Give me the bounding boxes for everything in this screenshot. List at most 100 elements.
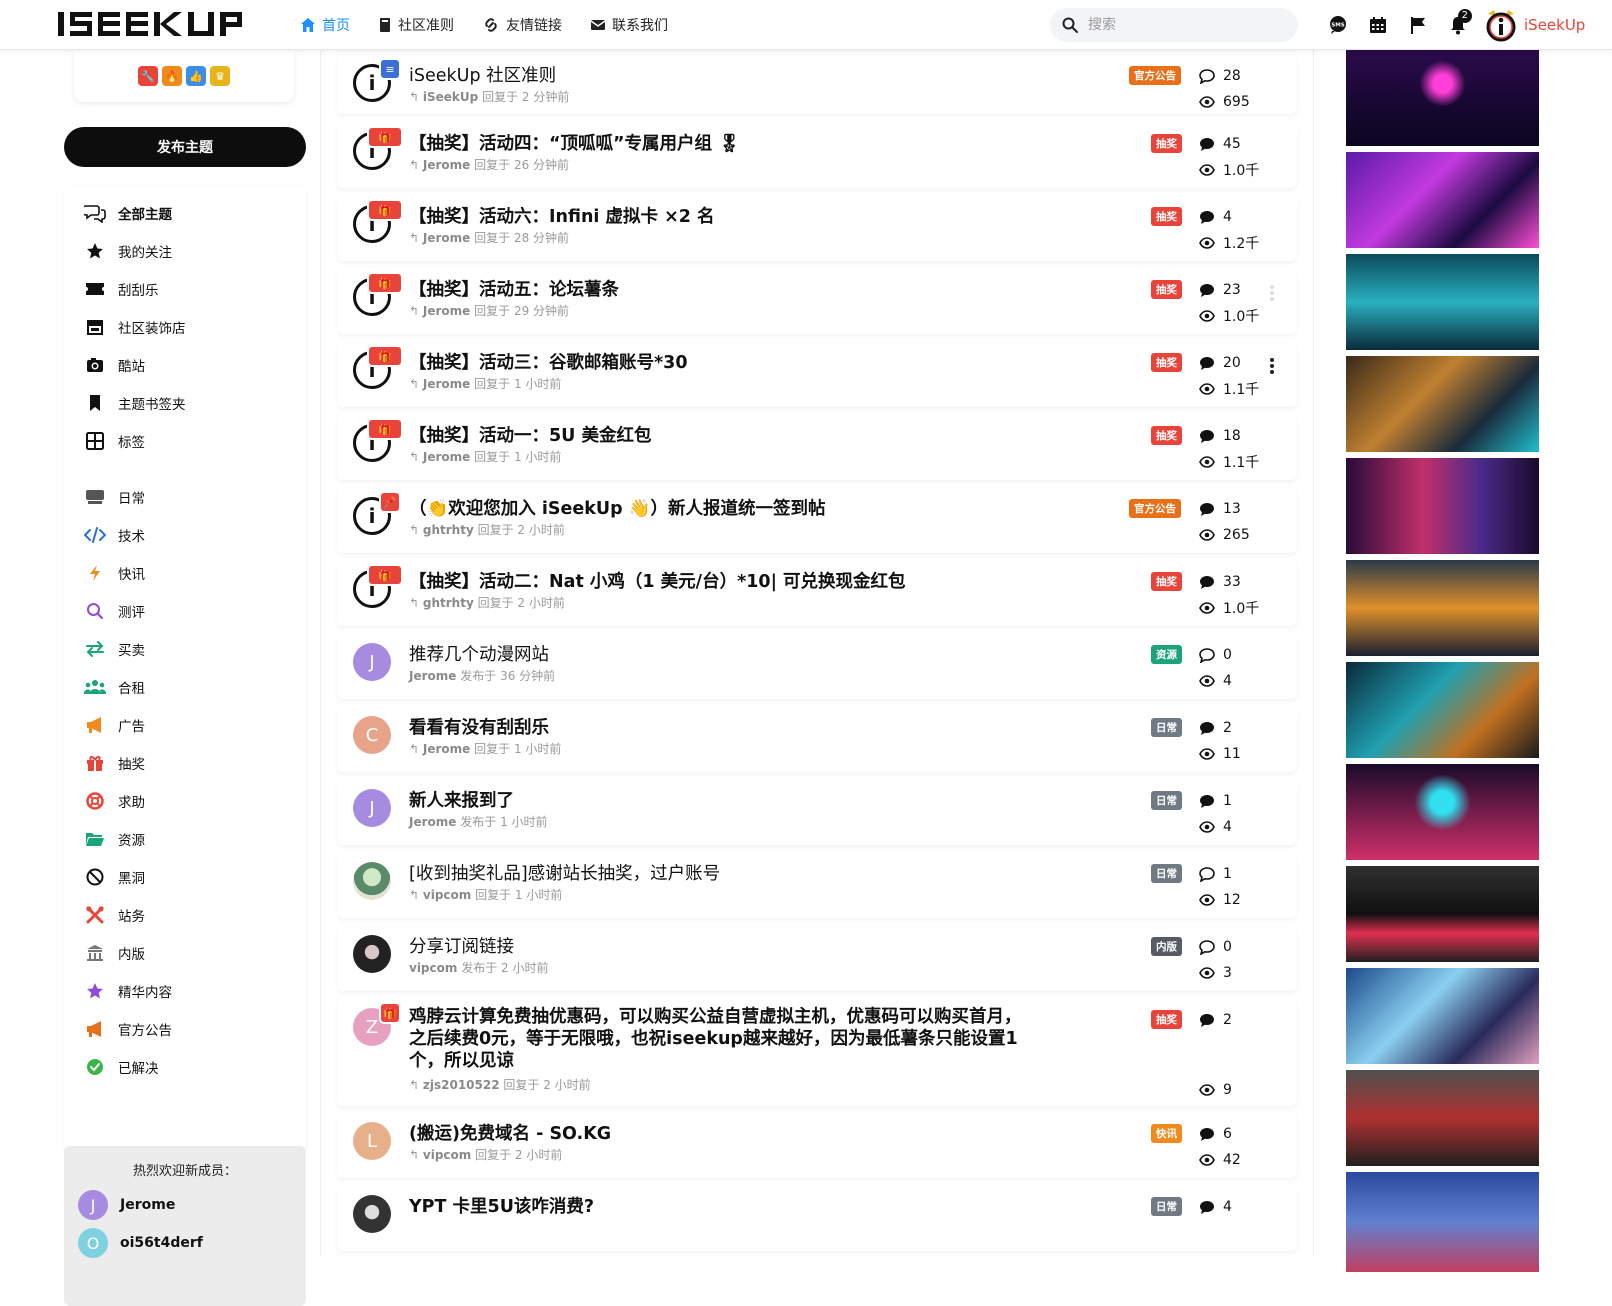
tag-badge[interactable]: 抽奖 [1151, 207, 1182, 226]
promo-image[interactable] [1346, 764, 1539, 860]
nav-guidelines[interactable]: 社区准则 [378, 15, 454, 35]
discussion-row[interactable]: Z 🎁 鸡脖云计算免费抽优惠码，可以购买公益自营虚拟主机，优惠码可以购买首月， 之后续… [337, 998, 1297, 1106]
author-name[interactable]: Jerome [423, 450, 470, 464]
discussion-row[interactable]: [收到抽奖礼品]感谢站长抽奖，过户账号 ↰ vipcom 回复于 1 小时前 日常 1… [337, 852, 1297, 918]
promo-image[interactable] [1346, 152, 1539, 248]
sidebar-item-announcements[interactable]: 官方公告 [84, 1018, 172, 1040]
sidebar-item-news[interactable]: 快讯 [84, 562, 145, 584]
sidebar-item-tags[interactable]: 标签 [84, 430, 145, 452]
promo-image[interactable] [1346, 662, 1539, 758]
sidebar-item-lottery[interactable]: 抽奖 [84, 752, 145, 774]
discussion-row[interactable]: i 🎁 【抽奖】活动三：谷歌邮箱账号*30 ↰ Jerome 回复于 1 小时前 抽奖 2… [337, 341, 1297, 407]
discussion-title[interactable]: 【抽奖】活动三：谷歌邮箱账号*30 [409, 349, 688, 374]
discussion-row[interactable]: L (搬运)免费域名 - SO.KG ↰ vipcom 回复于 2 小时前 快讯 6 42 [337, 1112, 1297, 1178]
promo-image[interactable] [1346, 50, 1539, 146]
sidebar-item-site-affairs[interactable]: 站务 [84, 904, 145, 926]
author-name[interactable]: Jerome [423, 231, 470, 245]
discussion-title[interactable]: 【抽奖】活动二：Nat 小鸡（1 美元/台）*10| 可兑换现金红包 [409, 568, 906, 593]
tag-badge[interactable]: 日常 [1151, 718, 1182, 737]
discussion-row[interactable]: i 🎁 【抽奖】活动一：5U 美金红包 ↰ Jerome 回复于 1 小时前 抽奖 18 1… [337, 414, 1297, 480]
discussion-title[interactable]: 看看有没有刮刮乐 [409, 714, 549, 739]
discussion-row[interactable]: J 新人来报到了 Jerome 发布于 1 小时前 日常 1 4 [337, 779, 1297, 845]
promo-image[interactable] [1346, 866, 1539, 962]
author-name[interactable]: Jerome [409, 815, 456, 829]
discussion-row[interactable]: i 🎁 【抽奖】活动六：Infini 虚拟卡 ×2 名 ↰ Jerome 回复于 28… [337, 195, 1297, 261]
promo-image[interactable] [1346, 356, 1539, 452]
discussion-row[interactable]: i 🎁 【抽奖】活动二：Nat 小鸡（1 美元/台）*10| 可兑换现金红包 ↰ gh… [337, 560, 1297, 626]
discussion-row[interactable]: YPT 卡里5U该咋消费? 日常 4 [337, 1185, 1297, 1251]
discussion-row[interactable]: i 🎁 【抽奖】活动四：“顶呱呱”专属用户组 🎖 ↰ Jerome 回复于 26 分钟… [337, 122, 1297, 188]
tag-badge[interactable]: 日常 [1151, 1197, 1182, 1216]
flag-button[interactable] [1398, 16, 1438, 34]
search-input[interactable] [1086, 16, 1276, 34]
promo-image[interactable] [1346, 1070, 1539, 1166]
discussion-title[interactable]: 【抽奖】活动一：5U 美金红包 [409, 422, 651, 447]
sidebar-item-featured[interactable]: 精华内容 [84, 980, 172, 1002]
author-name[interactable]: Jerome [409, 669, 456, 683]
user-menu[interactable]: iSeekUp [1484, 8, 1585, 42]
sidebar-item-bookmarks[interactable]: 主题书签夹 [84, 392, 186, 414]
discussion-title[interactable]: 推荐几个动漫网站 [409, 641, 549, 666]
discussion-row[interactable]: J 推荐几个动漫网站 Jerome 发布于 36 分钟前 资源 0 4 [337, 633, 1297, 699]
discussion-row[interactable]: 分享订阅链接 vipcom 发布于 2 小时前 内版 0 3 [337, 925, 1297, 991]
author-name[interactable]: vipcom [409, 961, 457, 975]
tag-badge[interactable]: 日常 [1151, 791, 1182, 810]
new-discussion-button[interactable]: 发布主题 [64, 127, 306, 167]
sidebar-item-internal[interactable]: 内版 [84, 942, 145, 964]
avatar[interactable] [353, 862, 391, 900]
author-name[interactable]: Jerome [423, 377, 470, 391]
author-name[interactable]: vipcom [423, 888, 471, 902]
discussion-row[interactable]: i 📌 （👏欢迎您加入 iSeekUp 👋）新人报道统一签到帖 ↰ ghtrhty 回… [337, 487, 1297, 553]
tag-badge[interactable]: 抽奖 [1151, 426, 1182, 445]
tag-badge[interactable]: 快讯 [1151, 1124, 1182, 1143]
sidebar-item-cool-sites[interactable]: 酷站 [84, 354, 145, 376]
notifications-button[interactable]: 2 [1438, 9, 1478, 35]
sidebar-item-store[interactable]: 社区装饰店 [84, 316, 186, 338]
discussion-row[interactable]: i ≡ iSeekUp 社区准则 ↰ iSeekUp 回复于 2 分钟前 官方公告 28 6… [337, 54, 1297, 114]
nav-links[interactable]: 友情链接 [482, 15, 562, 35]
avatar[interactable] [353, 935, 391, 973]
discussion-title[interactable]: 【抽奖】活动六：Infini 虚拟卡 ×2 名 [409, 203, 715, 228]
discussion-title[interactable]: (搬运)免费域名 - SO.KG [409, 1120, 611, 1145]
promo-image[interactable] [1346, 458, 1539, 554]
sidebar-item-help[interactable]: 求助 [84, 790, 145, 812]
sidebar-item-share[interactable]: 合租 [84, 676, 145, 698]
nav-contact[interactable]: 联系我们 [590, 15, 668, 35]
sidebar-item-trade[interactable]: 买卖 [84, 638, 145, 660]
tag-badge[interactable]: 资源 [1151, 645, 1182, 664]
discussion-title[interactable]: 分享订阅链接 [409, 933, 514, 958]
tag-badge[interactable]: 官方公告 [1129, 499, 1181, 518]
author-name[interactable]: ghtrhty [423, 596, 474, 610]
tag-badge[interactable]: 抽奖 [1151, 1010, 1182, 1029]
discussion-row[interactable]: i 🎁 【抽奖】活动五：论坛薯条 ↰ Jerome 回复于 29 分钟前 抽奖 23 1.0… [337, 268, 1297, 334]
tag-badge[interactable]: 日常 [1151, 864, 1182, 883]
avatar[interactable]: L [353, 1122, 391, 1160]
sms-button[interactable]: SMS [1318, 15, 1358, 35]
site-logo[interactable] [58, 9, 254, 46]
avatar[interactable] [353, 1195, 391, 1233]
sidebar-item-blackhole[interactable]: 黑洞 [84, 866, 145, 888]
discussion-row[interactable]: C 看看有没有刮刮乐 ↰ Jerome 回复于 1 小时前 日常 2 11 [337, 706, 1297, 772]
tag-badge[interactable]: 抽奖 [1151, 572, 1182, 591]
sidebar-item-daily[interactable]: 日常 [84, 486, 145, 508]
member-item[interactable]: J Jerome [78, 1190, 175, 1220]
search-box[interactable] [1050, 8, 1298, 42]
sidebar-item-solved[interactable]: 已解决 [84, 1056, 159, 1078]
discussion-title[interactable]: iSeekUp 社区准则 [409, 62, 556, 87]
discussion-title[interactable]: 鸡脖云计算免费抽优惠码，可以购买公益自营虚拟主机，优惠码可以购买首月， 之后续费0… [409, 1006, 1022, 1072]
tag-badge[interactable]: 官方公告 [1129, 66, 1181, 85]
author-name[interactable]: Jerome [423, 158, 470, 172]
sidebar-item-all[interactable]: 全部主题 [84, 202, 172, 224]
sidebar-item-resources[interactable]: 资源 [84, 828, 145, 850]
tag-badge[interactable]: 抽奖 [1151, 134, 1182, 153]
tag-badge[interactable]: 抽奖 [1151, 353, 1182, 372]
calendar-button[interactable] [1358, 16, 1398, 34]
promo-image[interactable] [1346, 560, 1539, 656]
sidebar-item-scratch[interactable]: 刮刮乐 [84, 278, 159, 300]
tag-badge[interactable]: 抽奖 [1151, 280, 1182, 299]
avatar[interactable]: C [353, 716, 391, 754]
discussion-title[interactable]: [收到抽奖礼品]感谢站长抽奖，过户账号 [409, 860, 720, 885]
sidebar-item-tech[interactable]: 技术 [84, 524, 145, 546]
author-name[interactable]: vipcom [423, 1148, 471, 1162]
avatar[interactable]: J [353, 789, 391, 827]
